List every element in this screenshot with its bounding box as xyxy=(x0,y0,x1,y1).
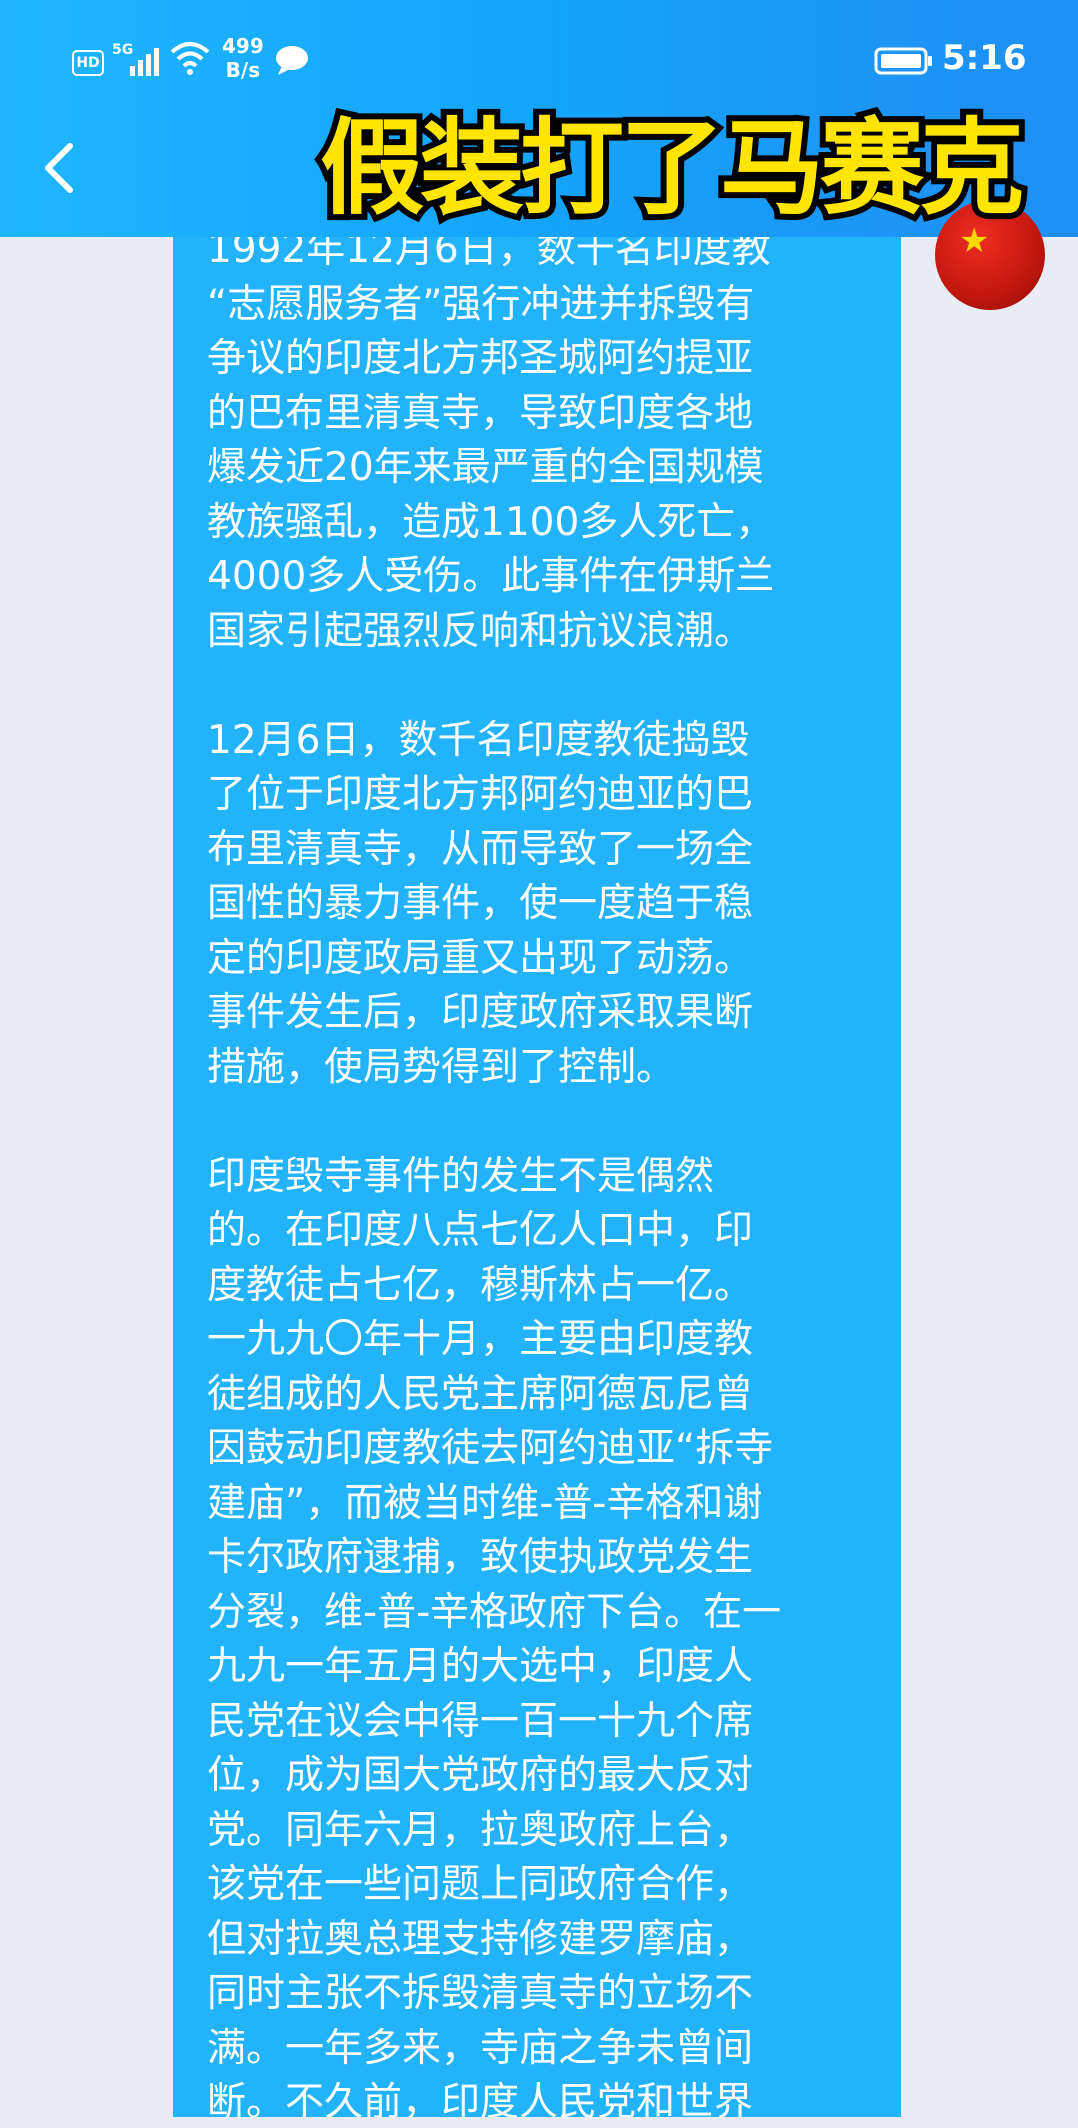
message-line: 4000多人受伤。此事件在伊斯兰 xyxy=(207,554,775,599)
message-line: 爆发近20年来最严重的全国规模 xyxy=(207,445,764,490)
battery-icon xyxy=(874,47,932,75)
message-bubble[interactable]: 1992年12月6日，数千名印度教 “志愿服务者”强行冲进并拆毁有 争议的印度北方邦… xyxy=(173,237,901,2117)
clock: 5:16 xyxy=(942,38,1027,78)
message-line: 布里清真寺，从而导致了一场全 xyxy=(207,826,754,872)
message-line: 印度毁寺事件的发生不是偶然 xyxy=(207,1153,715,1199)
message-line: 1992年12月6日，数千名印度教 xyxy=(207,237,771,272)
message-line: 分裂，维-普-辛格政府下台。在一 xyxy=(207,1589,782,1635)
message-line: 争议的印度北方邦圣城阿约提亚 xyxy=(207,336,754,381)
message-line: 国性的暴力事件，使一度趋于稳 xyxy=(207,881,754,926)
net-speed: 499 B/s xyxy=(222,34,264,82)
message-line: 因鼓动印度教徒去阿约迪亚“拆寺 xyxy=(207,1426,774,1471)
net-speed-unit: B/s xyxy=(225,58,261,82)
message-line: 党。同年六月，拉奥政府上台， xyxy=(207,1807,754,1853)
message-line: 同时主张不拆毁清真寺的立场不 xyxy=(207,1971,754,2016)
message-line: 徒组成的人民党主席阿德瓦尼曾 xyxy=(207,1371,754,1417)
message-line: 该党在一些问题上同政府合作， xyxy=(207,1862,754,1907)
chevron-left-icon[interactable] xyxy=(40,140,76,196)
message-line: 国家引起强烈反响和抗议浪潮。 xyxy=(207,608,754,654)
message-line: 教族骚乱，造成1100多人死亡， xyxy=(207,499,775,545)
message-line: 九九一年五月的大选中，印度人 xyxy=(207,1644,754,1689)
status-bar: HD 5G 499 B/s 5:16 xyxy=(0,0,1078,120)
signal-icon xyxy=(130,48,159,76)
message-line: 措施，使局势得到了控制。 xyxy=(207,1044,676,1090)
message-line: “志愿服务者”强行冲进并拆毁有 xyxy=(207,281,755,327)
overlay-caption: 假装打了马赛克 xyxy=(314,102,1030,234)
message-line: 建庙”，而被当时维-普-辛格和谢 xyxy=(207,1480,763,1526)
message-line: 了位于印度北方邦阿约迪亚的巴 xyxy=(207,772,754,817)
message-line: 事件发生后，印度政府采取果断 xyxy=(207,990,754,1035)
message-line: 定的印度政局重又出现了动荡。 xyxy=(207,935,754,981)
message-line: 度教徒占七亿，穆斯林占一亿。 xyxy=(207,1262,754,1308)
message-text: 1992年12月6日，数千名印度教 “志愿服务者”强行冲进并拆毁有 争议的印度北方邦… xyxy=(207,237,869,2117)
message-notification-icon xyxy=(276,46,308,75)
message-line: 但对拉奥总理支持修建罗摩庙， xyxy=(207,1916,754,1962)
hd-badge: HD xyxy=(72,50,104,76)
message-line: 的巴布里清真寺，导致印度各地 xyxy=(207,390,754,436)
message-line: 卡尔政府逮捕，致使执政党发生 xyxy=(207,1535,754,1580)
message-line: 位，成为国大党政府的最大反对 xyxy=(207,1753,754,1798)
net-speed-value: 499 xyxy=(222,34,264,58)
message-line: 民党在议会中得一百一十九个席 xyxy=(207,1698,754,1744)
star-icon: ★ xyxy=(959,221,990,261)
message-line: 12月6日，数千名印度教徒捣毁 xyxy=(207,717,750,763)
message-line: 一九九〇年十月，主要由印度教 xyxy=(207,1317,754,1362)
message-line: 的。在印度八点七亿人口中，印 xyxy=(207,1208,754,1253)
message-line: 满。一年多来，寺庙之争未曾间 xyxy=(207,2025,754,2071)
wifi-icon xyxy=(170,42,210,75)
message-line: 断。不久前，印度人民党和世界 xyxy=(207,2080,754,2117)
